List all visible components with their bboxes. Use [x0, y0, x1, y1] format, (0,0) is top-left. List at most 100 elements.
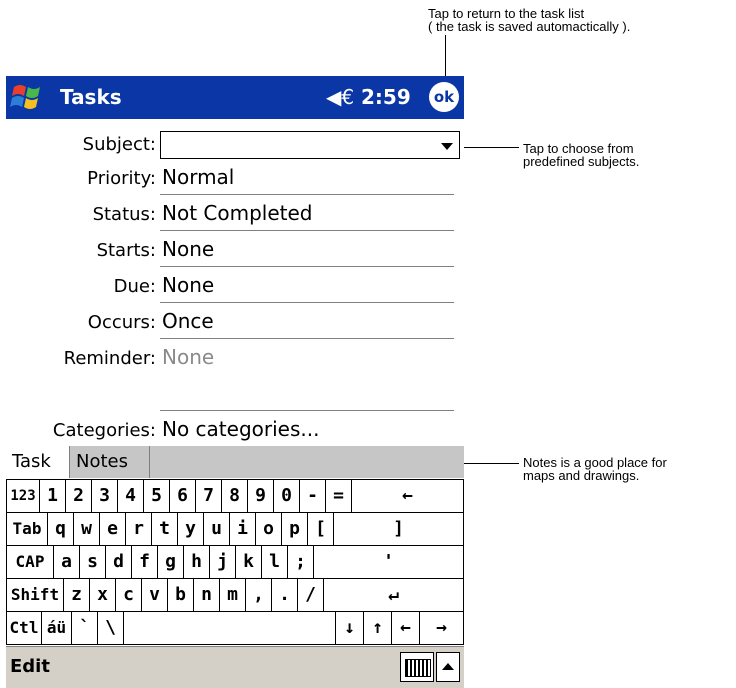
key-8[interactable]: 8	[222, 480, 248, 513]
key-6[interactable]: 6	[170, 480, 196, 513]
key-h[interactable]: h	[184, 546, 210, 579]
key-v[interactable]: v	[142, 579, 168, 612]
key-ctrl[interactable]: Ctl	[6, 612, 42, 645]
priority-row[interactable]: Priority: Normal	[6, 161, 464, 197]
key-f[interactable]: f	[132, 546, 158, 579]
status-label: Status:	[92, 204, 156, 225]
key-right-bracket[interactable]: ]	[334, 513, 464, 546]
occurs-value[interactable]: Once	[162, 309, 214, 333]
key-t[interactable]: t	[152, 513, 178, 546]
key-2[interactable]: 2	[66, 480, 92, 513]
up-arrow-key[interactable]: ↑	[364, 612, 392, 645]
key-5[interactable]: 5	[144, 480, 170, 513]
starts-value[interactable]: None	[162, 237, 214, 261]
field-underline	[160, 302, 454, 303]
key-shift[interactable]: Shift	[6, 579, 64, 612]
enter-key[interactable]: ↵	[324, 579, 464, 612]
input-selector-arrow-icon[interactable]	[436, 652, 460, 682]
key-caps[interactable]: CAP	[6, 546, 54, 579]
clock[interactable]: 2:59	[361, 85, 411, 109]
key-u[interactable]: u	[204, 513, 230, 546]
key-b[interactable]: b	[168, 579, 194, 612]
key-n[interactable]: n	[194, 579, 220, 612]
key-9[interactable]: 9	[248, 480, 274, 513]
key-apostrophe[interactable]: '	[314, 546, 464, 579]
status-value[interactable]: Not Completed	[162, 201, 312, 225]
ok-button[interactable]: ok	[429, 82, 459, 112]
occurs-label: Occurs:	[87, 312, 156, 333]
field-underline	[160, 410, 454, 411]
key-m[interactable]: m	[220, 579, 246, 612]
key-e[interactable]: e	[100, 513, 126, 546]
edit-menu[interactable]: Edit	[10, 656, 50, 677]
due-value[interactable]: None	[162, 273, 214, 297]
keyboard-row-3: CAP a s d f g h j k l ; '	[6, 546, 464, 579]
key-0[interactable]: 0	[274, 480, 300, 513]
key-tab[interactable]: Tab	[6, 513, 48, 546]
priority-label: Priority:	[87, 168, 156, 189]
key-4[interactable]: 4	[118, 480, 144, 513]
occurs-row[interactable]: Occurs: Once	[6, 305, 464, 341]
app-title: Tasks	[60, 85, 122, 109]
right-arrow-key[interactable]: →	[420, 612, 464, 645]
categories-row[interactable]: Categories: No categories...	[6, 413, 464, 449]
key-comma[interactable]: ,	[246, 579, 272, 612]
key-3[interactable]: 3	[92, 480, 118, 513]
key-7[interactable]: 7	[196, 480, 222, 513]
keyboard-row-4: Shift z x c v b n m , . / ↵	[6, 579, 464, 612]
dropdown-arrow-icon[interactable]	[441, 143, 453, 150]
key-backtick[interactable]: `	[72, 612, 98, 645]
reminder-label: Reminder:	[63, 348, 156, 369]
down-arrow-key[interactable]: ↓	[336, 612, 364, 645]
key-g[interactable]: g	[158, 546, 184, 579]
key-k[interactable]: k	[236, 546, 262, 579]
key-accents[interactable]: áü	[42, 612, 72, 645]
key-i[interactable]: i	[230, 513, 256, 546]
field-underline	[160, 194, 454, 195]
due-row[interactable]: Due: None	[6, 269, 464, 305]
left-arrow-key[interactable]: ←	[392, 612, 420, 645]
key-j[interactable]: j	[210, 546, 236, 579]
subject-dropdown[interactable]	[160, 131, 460, 159]
key-r[interactable]: r	[126, 513, 152, 546]
key-l[interactable]: l	[262, 546, 288, 579]
key-123[interactable]: 123	[6, 480, 40, 513]
key-equals[interactable]: =	[326, 480, 352, 513]
key-a[interactable]: a	[54, 546, 80, 579]
subject-row: Subject:	[6, 127, 464, 163]
key-w[interactable]: w	[74, 513, 100, 546]
key-p[interactable]: p	[282, 513, 308, 546]
windows-flag-icon[interactable]	[10, 81, 46, 113]
key-slash[interactable]: /	[298, 579, 324, 612]
key-backslash[interactable]: \	[98, 612, 124, 645]
reminder-value[interactable]: None	[162, 345, 214, 369]
subject-callout-leader	[463, 147, 519, 148]
key-semicolon[interactable]: ;	[288, 546, 314, 579]
key-d[interactable]: d	[106, 546, 132, 579]
starts-row[interactable]: Starts: None	[6, 233, 464, 269]
key-q[interactable]: q	[48, 513, 74, 546]
key-left-bracket[interactable]: [	[308, 513, 334, 546]
space-key[interactable]	[124, 612, 336, 645]
key-z[interactable]: z	[64, 579, 90, 612]
key-s[interactable]: s	[80, 546, 106, 579]
reminder-row[interactable]: Reminder: None	[6, 341, 464, 377]
key-x[interactable]: x	[90, 579, 116, 612]
backspace-key[interactable]: ←	[352, 480, 464, 513]
speaker-icon[interactable]: ◀€	[326, 85, 354, 109]
key-period[interactable]: .	[272, 579, 298, 612]
key-c[interactable]: c	[116, 579, 142, 612]
tab-notes[interactable]: Notes	[70, 446, 150, 478]
subject-callout: Tap to choose from predefined subjects.	[523, 141, 640, 169]
tab-task[interactable]: Task	[6, 446, 70, 478]
key-minus[interactable]: -	[300, 480, 326, 513]
status-row[interactable]: Status: Not Completed	[6, 197, 464, 233]
menu-bar: Edit	[6, 646, 464, 688]
categories-value[interactable]: No categories...	[162, 417, 319, 441]
key-o[interactable]: o	[256, 513, 282, 546]
field-underline	[160, 230, 454, 231]
keyboard-icon[interactable]	[400, 652, 434, 682]
key-y[interactable]: y	[178, 513, 204, 546]
key-1[interactable]: 1	[40, 480, 66, 513]
priority-value[interactable]: Normal	[162, 165, 234, 189]
